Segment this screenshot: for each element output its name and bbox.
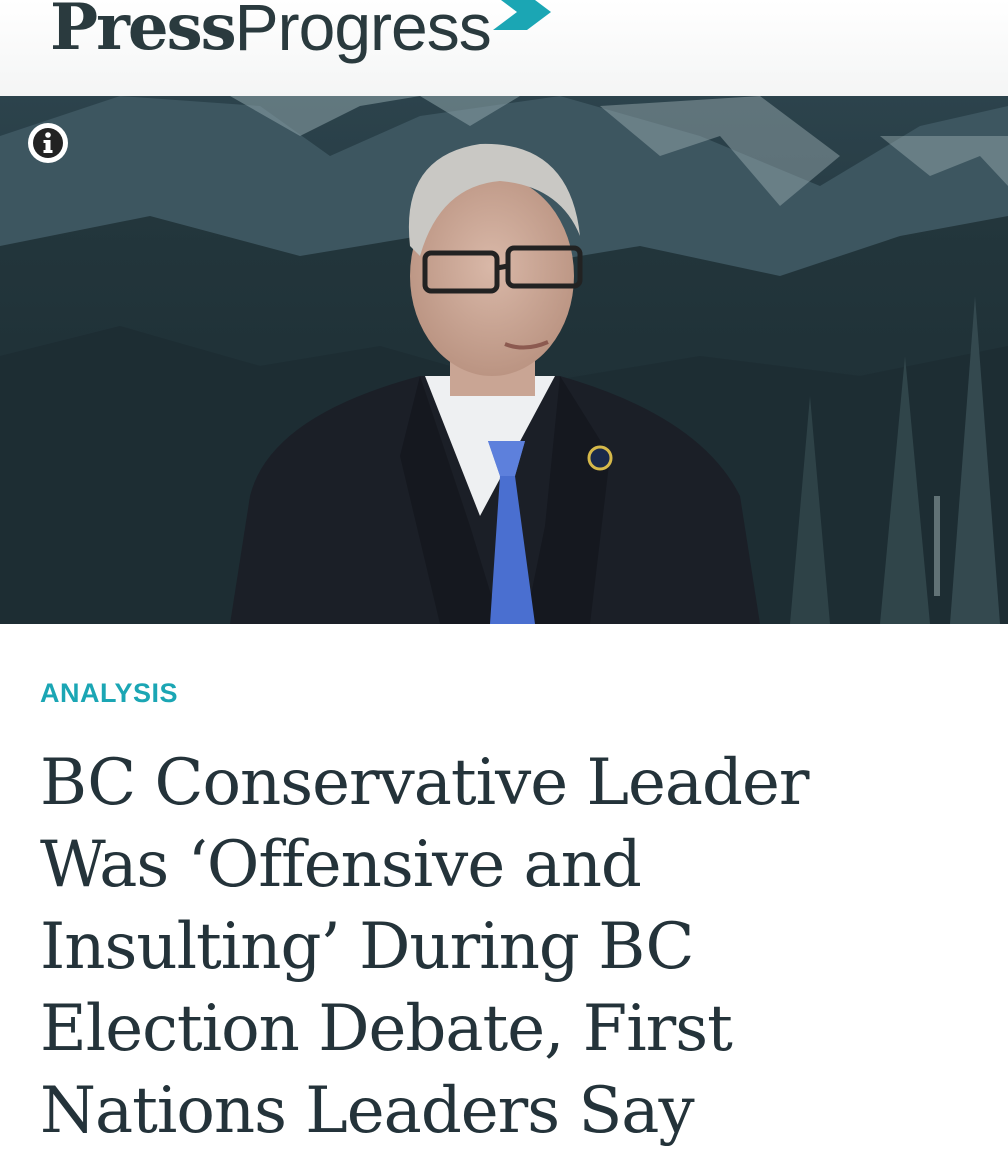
info-icon xyxy=(28,123,68,163)
article-title-line: Insulting’ During BC xyxy=(40,910,694,984)
article-title-line: Election Debate, First xyxy=(40,992,733,1066)
site-header: Press Progress xyxy=(0,0,1008,96)
article-title: BC Conservative Leader Was ‘Offensive an… xyxy=(40,742,960,1152)
hero-photo xyxy=(0,96,1008,624)
logo-press-text: Press xyxy=(50,0,237,65)
info-button[interactable] xyxy=(25,120,71,166)
logo-progress-text: Progress xyxy=(234,0,492,64)
article-page: Press Progress ANALYSIS BC Conservative … xyxy=(0,0,1008,1160)
article-title-line: BC Conservative Leader xyxy=(40,746,809,820)
site-logo[interactable]: Press Progress xyxy=(50,0,551,60)
chevron-right-icon xyxy=(492,0,551,30)
hero-image xyxy=(0,96,1008,624)
article-title-line: Was ‘Offensive and xyxy=(40,828,642,902)
article-title-line: Nations Leaders Say xyxy=(40,1074,695,1148)
category-link[interactable]: ANALYSIS xyxy=(40,678,178,709)
